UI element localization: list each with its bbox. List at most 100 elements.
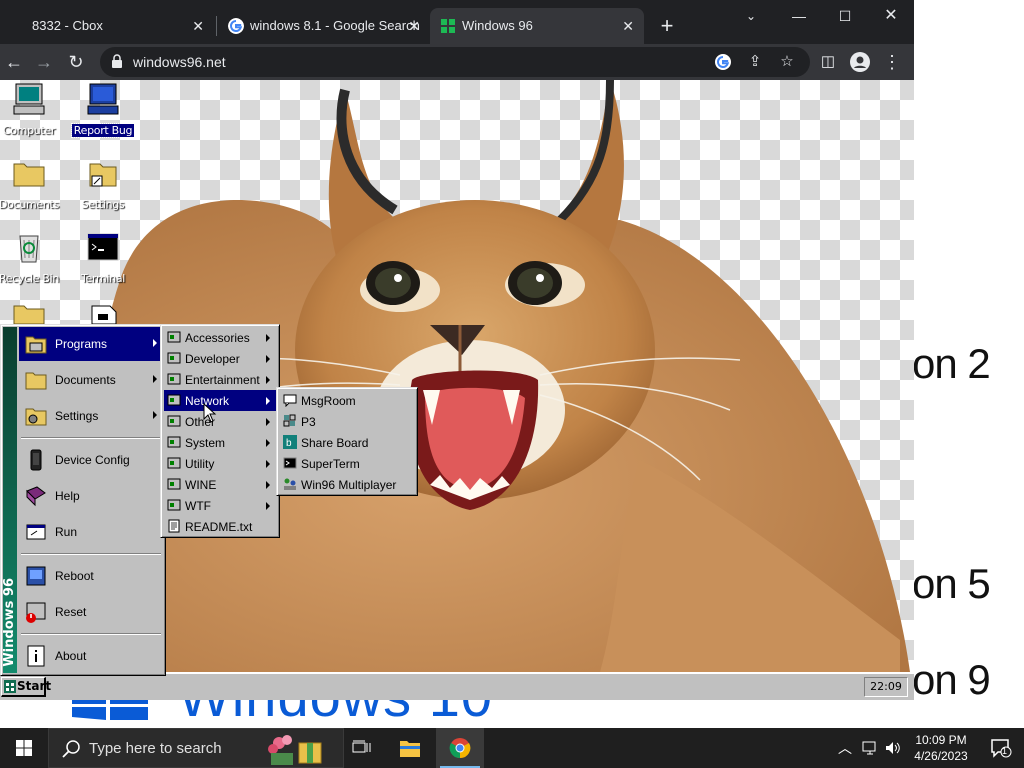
folder-icon [25, 372, 47, 390]
desktop-icon-documents[interactable]: Documents [0, 156, 62, 213]
side-panel-icon[interactable]: ◫ [814, 48, 842, 76]
share-icon[interactable]: ⇪ [744, 51, 766, 73]
superterm-icon [283, 457, 297, 469]
new-tab-button[interactable]: + [655, 12, 679, 40]
start-button[interactable]: Start [1, 677, 51, 697]
windows-start-icon[interactable] [16, 740, 32, 756]
file-explorer-icon [400, 741, 420, 757]
search-placeholder: Type here to search [89, 740, 222, 757]
settings-icon [25, 408, 47, 426]
desktop-icon-settings[interactable]: Settings [70, 156, 136, 213]
programs-menu: Accessories Developer Entertainment Netw… [160, 324, 280, 538]
start-logo-icon [4, 680, 16, 693]
close-tab-icon[interactable]: ✕ [622, 8, 634, 44]
notification-count: 1 [1002, 746, 1008, 756]
close-window-button[interactable]: ✕ [868, 2, 914, 30]
menu-item-other[interactable]: Other [164, 411, 276, 432]
reset-icon [26, 602, 46, 623]
file-explorer-button[interactable] [386, 728, 434, 768]
start-item-settings[interactable]: Settings [19, 399, 163, 433]
url-text: windows96.net [133, 54, 226, 70]
action-center-button[interactable]: 1 [976, 728, 1024, 768]
menu-item-network[interactable]: Network [164, 390, 276, 411]
program-group-icon [167, 436, 181, 448]
tray-clock[interactable]: 10:09 PM 4/26/2023 [906, 732, 976, 764]
reboot-icon [26, 566, 46, 586]
start-item-device-config[interactable]: Device Config [19, 443, 163, 477]
report-bug-icon [87, 83, 119, 115]
start-item-about[interactable]: About [19, 639, 163, 673]
back-button[interactable]: ← [0, 48, 28, 76]
windows-taskbar: Type here to search ︿ 10:09 PM 4/26/2023… [0, 728, 1024, 768]
menu-item-accessories[interactable]: Accessories [164, 327, 276, 348]
minimize-button[interactable]: — [776, 2, 822, 30]
maximize-button[interactable]: ☐ [822, 2, 868, 30]
share-board-icon: b [283, 435, 297, 449]
menu-item-readme[interactable]: README.txt [164, 516, 276, 537]
tab-cbox[interactable]: 8332 - Cbox ✕ [0, 8, 214, 44]
menu-item-utility[interactable]: Utility [164, 453, 276, 474]
text-file-icon [168, 519, 180, 533]
tab-windows96[interactable]: Windows 96 ✕ [430, 8, 644, 44]
run-icon [26, 524, 46, 540]
program-group-icon [167, 331, 181, 343]
start-item-reboot[interactable]: Reboot [19, 559, 163, 593]
desktop-icon-recycle-bin[interactable]: Recycle Bin [0, 230, 62, 287]
search-highlight-flowers-icon [268, 735, 322, 765]
network-menu: MsgRoom P3 b Share Board SuperTerm Win96 … [276, 387, 418, 496]
desktop-icon-computer[interactable]: Computer [0, 82, 62, 139]
tab-search-chevron-icon[interactable]: ⌄ [728, 2, 774, 30]
document-icon [91, 305, 117, 324]
desktop-icon-label: Computer [2, 124, 56, 137]
task-view-button[interactable] [338, 728, 386, 768]
desktop-icon-terminal[interactable]: Terminal [70, 230, 136, 287]
menu-item-wtf[interactable]: WTF [164, 495, 276, 516]
task-view-icon [352, 740, 371, 753]
google-lens-icon[interactable] [712, 51, 734, 73]
menu-item-win96-multiplayer[interactable]: Win96 Multiplayer [280, 474, 414, 495]
profile-icon[interactable] [846, 48, 874, 76]
menu-item-share-board[interactable]: b Share Board [280, 432, 414, 453]
taskbar-search-box[interactable]: Type here to search [48, 728, 344, 768]
menu-item-superterm[interactable]: SuperTerm [280, 453, 414, 474]
network-tray-icon[interactable] [862, 740, 880, 756]
program-group-icon [167, 499, 181, 511]
forward-button[interactable]: → [30, 48, 58, 76]
search-icon [62, 740, 80, 758]
start-item-documents[interactable]: Documents [19, 363, 163, 397]
google-icon [228, 18, 244, 34]
menu-item-wine[interactable]: WINE [164, 474, 276, 495]
start-item-run[interactable]: Run [19, 515, 163, 549]
menu-item-entertainment[interactable]: Entertainment [164, 369, 276, 390]
volume-tray-icon[interactable] [884, 740, 902, 756]
menu-item-p3[interactable]: P3 [280, 411, 414, 432]
chrome-taskbar-button[interactable] [436, 728, 484, 768]
lock-icon [112, 54, 122, 68]
desktop-icon-label: Terminal [80, 272, 126, 285]
menu-item-developer[interactable]: Developer [164, 348, 276, 369]
win96-clock: 22:09 [864, 677, 908, 697]
address-bar[interactable]: windows96.net ⇪ ☆ [100, 47, 810, 77]
start-item-reset[interactable]: Reset [19, 595, 163, 629]
desktop-icon-report-bug[interactable]: Report Bug [70, 82, 136, 139]
tray-time: 10:09 PM [915, 733, 967, 747]
desktop-icon-label: Recycle Bin [0, 272, 60, 285]
close-tab-icon[interactable]: ✕ [408, 8, 420, 44]
start-item-help[interactable]: Help [19, 479, 163, 513]
bookmark-star-icon[interactable]: ☆ [776, 51, 798, 73]
menu-item-msgroom[interactable]: MsgRoom [280, 390, 414, 411]
bg-heading-1: on 2 [912, 340, 991, 387]
tab-title: 8332 - Cbox [32, 18, 103, 33]
menu-item-system[interactable]: System [164, 432, 276, 453]
start-item-programs[interactable]: Programs [19, 327, 163, 361]
close-tab-icon[interactable]: ✕ [192, 8, 204, 44]
tab-google-search[interactable]: windows 8.1 - Google Search ✕ [218, 8, 430, 44]
programs-icon [25, 336, 47, 354]
program-group-icon [167, 478, 181, 490]
chrome-menu-icon[interactable]: ⋮ [878, 48, 906, 76]
chrome-icon [449, 738, 471, 759]
desktop-icon-label: Settings [81, 198, 125, 211]
device-icon [30, 449, 42, 471]
reload-button[interactable]: ↻ [62, 48, 90, 76]
tray-overflow-chevron-icon[interactable]: ︿ [838, 738, 852, 758]
